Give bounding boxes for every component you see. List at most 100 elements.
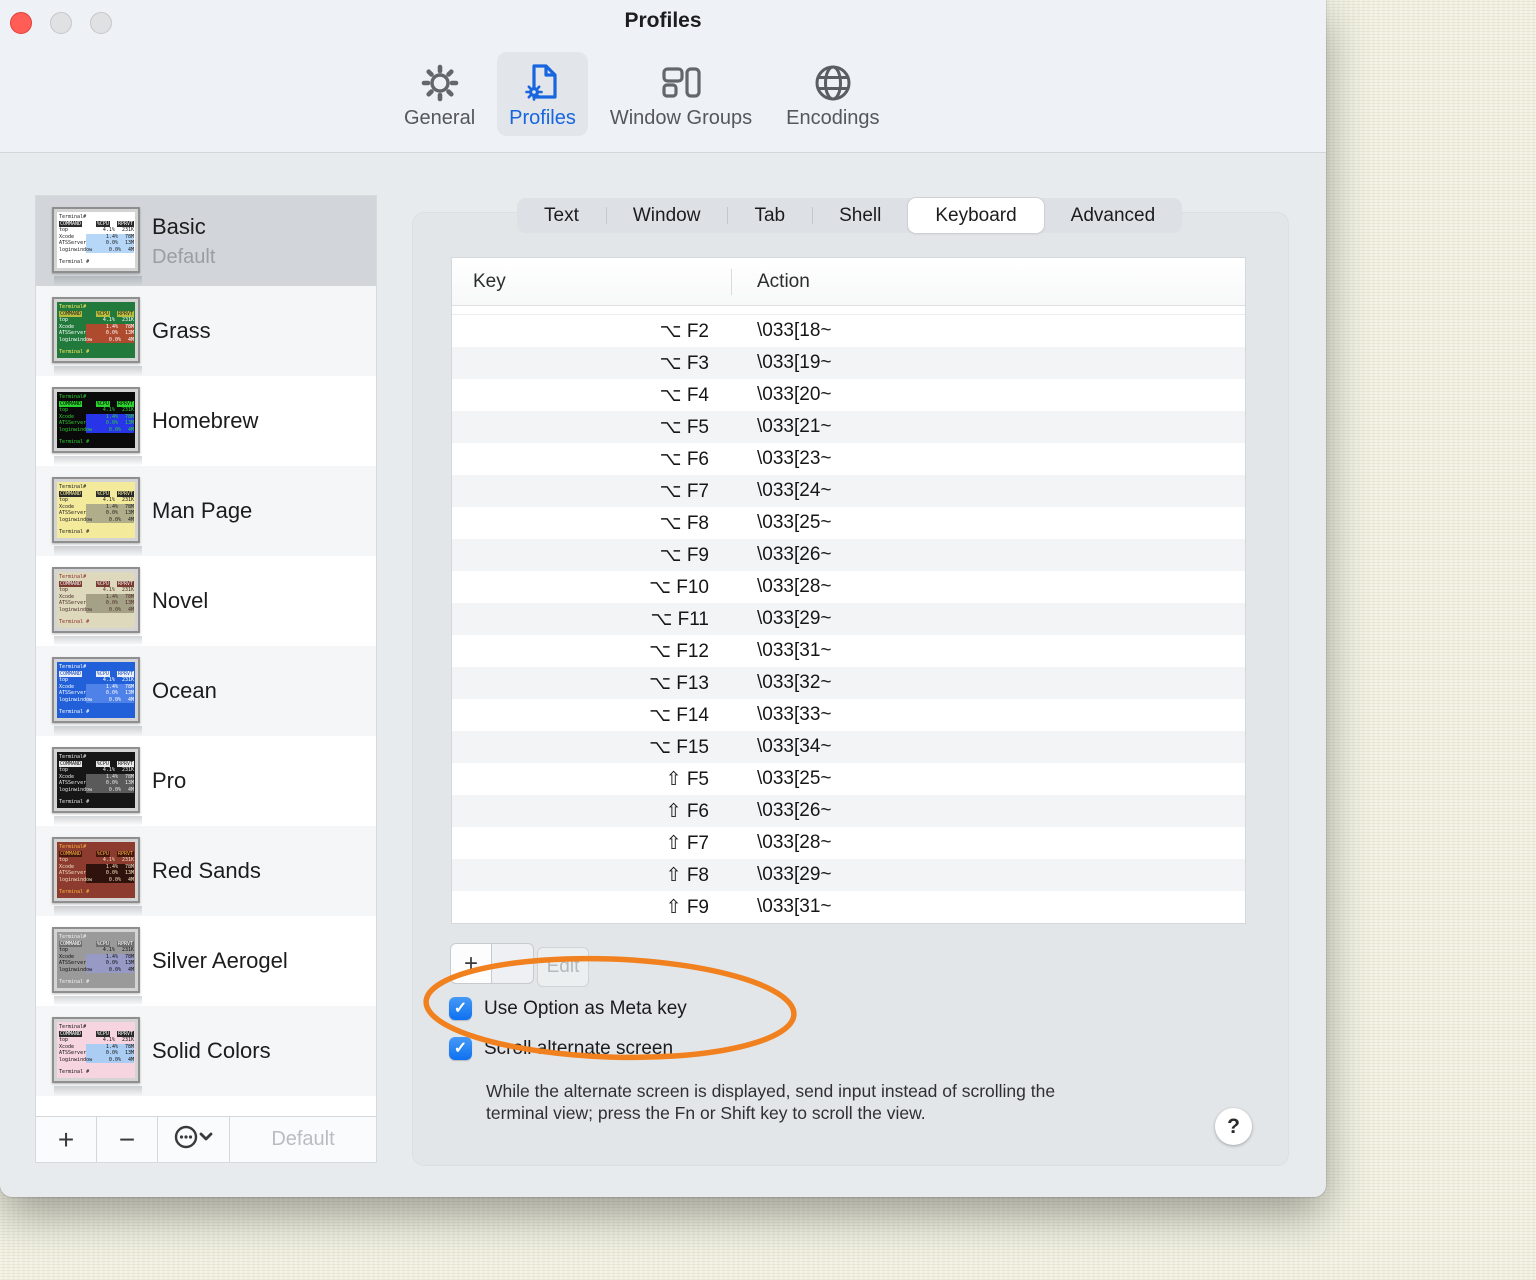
table-row[interactable]: ⌥ F11 \033[29~ xyxy=(452,603,1245,635)
window-title: Profiles xyxy=(624,9,702,32)
tab-tab[interactable]: Tab xyxy=(727,198,812,233)
remove-profile-button[interactable]: − xyxy=(97,1117,158,1162)
thumbnail-reflection xyxy=(54,906,142,916)
profile-list-item[interactable]: Terminal# COMMAND %CPU RPRVT top 4.1% 231K X… xyxy=(36,286,376,376)
profile-name: Ocean xyxy=(152,678,217,703)
tab-shell[interactable]: Shell xyxy=(812,198,908,233)
profile-list-item[interactable]: Terminal# COMMAND %CPU RPRVT top 4.1% 231K X… xyxy=(36,646,376,736)
profile-thumbnail: Terminal# COMMAND %CPU RPRVT top 4.1% 231K X… xyxy=(52,477,140,543)
tab-keyboard[interactable]: Keyboard xyxy=(908,198,1044,233)
table-row[interactable]: ⌥ F7 \033[24~ xyxy=(452,475,1245,507)
checkbox-label: Scroll alternate screen xyxy=(484,1037,674,1059)
profile-name: Silver Aerogel xyxy=(152,948,288,973)
sidebar-toolbar: + − Default xyxy=(36,1116,376,1162)
profile-thumbnail: Terminal# COMMAND %CPU RPRVT top 4.1% 231K X… xyxy=(52,567,140,633)
column-header-key[interactable]: Key xyxy=(452,271,731,293)
tab-text[interactable]: Text xyxy=(517,198,606,233)
table-row[interactable]: ⌥ F9 \033[26~ xyxy=(452,539,1245,571)
tab-advanced[interactable]: Advanced xyxy=(1044,198,1183,233)
toolbar-item-label: Window Groups xyxy=(609,107,753,129)
profile-list-item[interactable]: Terminal# COMMAND %CPU RPRVT top 4.1% 231K X… xyxy=(36,826,376,916)
toolbar-item-window-groups[interactable]: Window Groups xyxy=(598,52,764,136)
profile-list-item[interactable]: Terminal# COMMAND %CPU RPRVT top 4.1% 231K X… xyxy=(36,556,376,646)
profile-list-item[interactable]: Terminal# COMMAND %CPU RPRVT top 4.1% 231K X… xyxy=(36,916,376,1006)
table-row[interactable]: ⌥ F3 \033[19~ xyxy=(452,347,1245,379)
table-row[interactable]: ⇧ F5 \033[25~ xyxy=(452,763,1245,795)
profile-thumbnail: Terminal# COMMAND %CPU RPRVT top 4.1% 231K X… xyxy=(52,1017,140,1083)
checkmark-icon: ✓ xyxy=(453,1039,468,1057)
profile-name: Grass xyxy=(152,318,211,343)
profile-thumbnail: Terminal# COMMAND %CPU RPRVT top 4.1% 231K X… xyxy=(52,387,140,453)
add-profile-button[interactable]: + xyxy=(36,1117,97,1162)
default-profile-button[interactable]: Default xyxy=(230,1117,376,1162)
toolbar-item-general[interactable]: General xyxy=(392,52,487,136)
table-row[interactable]: ⌥ F14 \033[33~ xyxy=(452,699,1245,731)
profile-thumbnail: Terminal# COMMAND %CPU RPRVT top 4.1% 231K X… xyxy=(52,927,140,993)
mapping-buttons: + − xyxy=(450,943,534,984)
thumbnail-reflection xyxy=(54,546,142,556)
thumbnail-reflection xyxy=(54,726,142,736)
preferences-toolbar: General Profiles Window Groups Encodings xyxy=(392,52,892,136)
table-row[interactable]: ⌥ F8 \033[25~ xyxy=(452,507,1245,539)
preferences-window: Profiles General Profiles Window Groups … xyxy=(0,0,1326,1197)
thumbnail-reflection xyxy=(54,1086,142,1096)
profile-name: Pro xyxy=(152,768,187,793)
table-row[interactable]: ⇧ F6 \033[26~ xyxy=(452,795,1245,827)
table-row[interactable]: ⌥ F6 \033[23~ xyxy=(452,443,1245,475)
profile-thumbnail: Terminal# COMMAND %CPU RPRVT top 4.1% 231K X… xyxy=(52,837,140,903)
profiles-sidebar: Terminal# COMMAND %CPU RPRVT top 4.1% 231K X… xyxy=(36,196,376,1162)
table-row[interactable]: ⇧ F8 \033[29~ xyxy=(452,859,1245,891)
table-row[interactable]: ⌥ F4 \033[20~ xyxy=(452,379,1245,411)
thumbnail-reflection xyxy=(54,636,142,646)
toolbar-item-profiles[interactable]: Profiles xyxy=(497,52,588,136)
table-row[interactable]: ⌥ F2 \033[18~ xyxy=(452,315,1245,347)
toolbar-item-encodings[interactable]: Encodings xyxy=(774,52,891,136)
use-option-as-meta-checkbox[interactable]: ✓ xyxy=(449,997,472,1020)
tab-window[interactable]: Window xyxy=(605,198,728,233)
table-row[interactable]: ⇧ F7 \033[28~ xyxy=(452,827,1245,859)
column-divider xyxy=(731,269,732,295)
use-option-as-meta-row: ✓ Use Option as Meta key xyxy=(449,997,687,1020)
globe-icon xyxy=(811,60,855,105)
thumbnail-reflection xyxy=(54,366,142,376)
table-row[interactable]: ⌥ F5 \033[21~ xyxy=(452,411,1245,443)
add-mapping-button[interactable]: + xyxy=(450,943,492,984)
table-row[interactable]: ⇧ F9 \033[31~ xyxy=(452,891,1245,923)
profile-name: Solid Colors xyxy=(152,1038,271,1063)
thumbnail-reflection xyxy=(54,276,142,286)
ellipsis-circle-chevron-icon xyxy=(173,1124,215,1155)
thumbnail-reflection xyxy=(54,456,142,466)
profile-thumbnail: Terminal# COMMAND %CPU RPRVT top 4.1% 231K X… xyxy=(52,297,140,363)
toolbar-item-label: Encodings xyxy=(786,107,880,129)
remove-mapping-button[interactable]: − xyxy=(492,943,534,984)
profile-thumbnail: Terminal# COMMAND %CPU RPRVT top 4.1% 231K X… xyxy=(52,747,140,813)
table-row[interactable]: ⌥ F13 \033[32~ xyxy=(452,667,1245,699)
profile-list-item[interactable]: Terminal# COMMAND %CPU RPRVT top 4.1% 231K X… xyxy=(36,196,376,286)
help-button[interactable]: ? xyxy=(1215,1108,1252,1145)
scroll-alternate-screen-row: ✓ Scroll alternate screen xyxy=(449,1037,673,1060)
partial-scrolled-row xyxy=(452,306,1245,315)
profile-name: Novel xyxy=(152,588,209,613)
thumbnail-reflection xyxy=(54,816,142,826)
scroll-alternate-screen-checkbox[interactable]: ✓ xyxy=(449,1037,472,1060)
table-row[interactable]: ⌥ F15 \033[34~ xyxy=(452,731,1245,763)
profile-name: Man Page xyxy=(152,498,253,523)
titlebar: Profiles General Profiles Window Groups … xyxy=(0,0,1326,153)
table-row[interactable]: ⌥ F12 \033[31~ xyxy=(452,635,1245,667)
table-row[interactable]: ⌥ F10 \033[28~ xyxy=(452,571,1245,603)
profile-list-item[interactable]: Terminal# COMMAND %CPU RPRVT top 4.1% 231K X… xyxy=(36,376,376,466)
table-header: Key Action xyxy=(452,258,1245,306)
edit-mapping-button[interactable]: Edit xyxy=(537,947,589,987)
profile-actions-button[interactable] xyxy=(158,1117,230,1162)
column-header-action[interactable]: Action xyxy=(731,271,810,293)
profile-subtitle: Default xyxy=(152,245,216,268)
key-mappings-table: Key Action ⌥ F2 \033[18~ ⌥ F3 \033[19~ ⌥ F4 \… xyxy=(452,258,1245,923)
profile-list-item[interactable]: Terminal# COMMAND %CPU RPRVT top 4.1% 231K X… xyxy=(36,1006,376,1096)
profile-list-item[interactable]: Terminal# COMMAND %CPU RPRVT top 4.1% 231K X… xyxy=(36,736,376,826)
profile-name: Basic xyxy=(152,213,206,239)
table-body: ⌥ F2 \033[18~ ⌥ F3 \033[19~ ⌥ F4 \033[20~ ⌥ F5… xyxy=(452,315,1245,923)
checkbox-label: Use Option as Meta key xyxy=(484,997,687,1019)
profile-thumbnail: Terminal# COMMAND %CPU RPRVT top 4.1% 231K X… xyxy=(52,657,140,723)
profile-list-item[interactable]: Terminal# COMMAND %CPU RPRVT top 4.1% 231K X… xyxy=(36,466,376,556)
checkmark-icon: ✓ xyxy=(453,999,468,1017)
